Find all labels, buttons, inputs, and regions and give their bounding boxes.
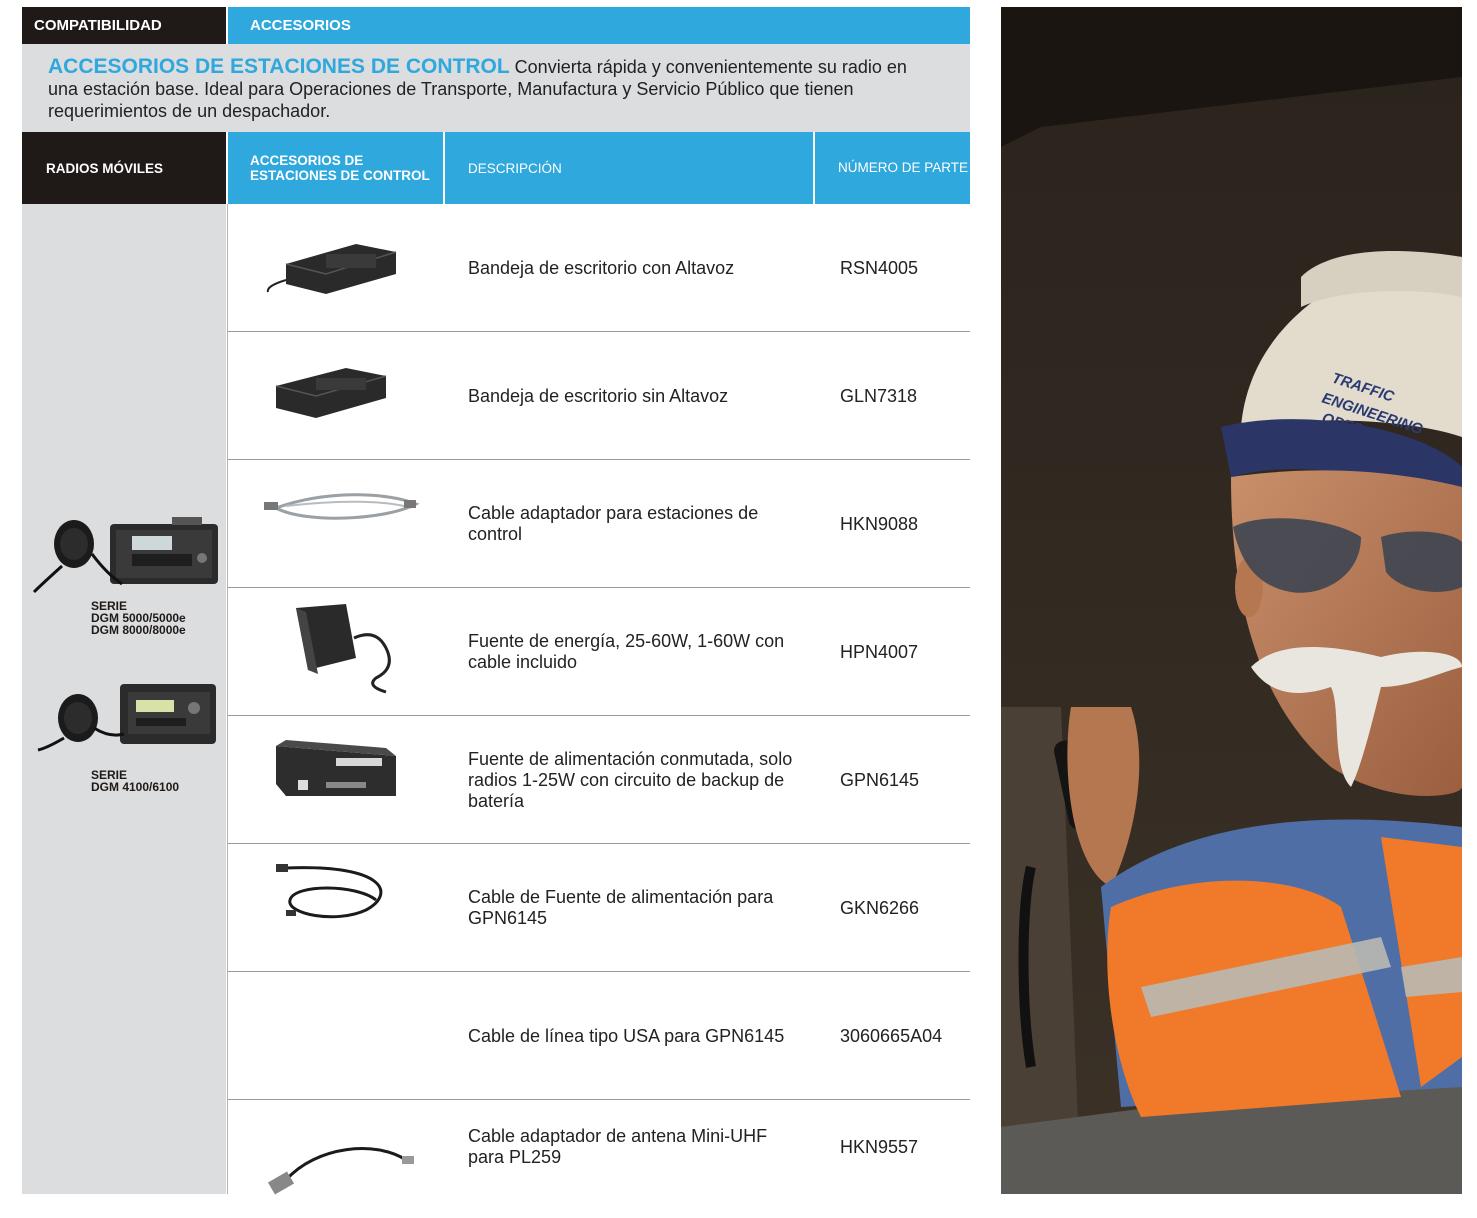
coax-cable-image [264,493,420,520]
header-description: DESCRIPCIÓN [445,132,813,204]
table-row: Cable adaptador para estaciones de contr… [228,460,970,588]
accessory-description: Cable adaptador para estaciones de contr… [468,503,759,544]
accessory-description: Fuente de energía, 25-60W, 1-60W con cab… [468,631,785,672]
accessory-description: Bandeja de escritorio con Altavoz [468,257,735,278]
table-row: Cable de línea tipo USA para GPN6145 306… [228,972,970,1100]
part-number: GLN7318 [840,385,918,406]
desk-tray-with-speaker-image [266,244,397,294]
intro-section: ACCESORIOS DE ESTACIONES DE CONTROL Conv… [22,44,970,132]
table-row: Cable adaptador de antena Mini-UHF para … [228,1100,970,1195]
part-number: HKN9088 [840,513,919,534]
part-number: GPN6145 [840,769,920,790]
part-number: GKN6266 [840,897,920,918]
tab-accessories[interactable]: ACCESORIOS [228,7,970,44]
accessory-description: Bandeja de escritorio sin Altavoz [468,385,729,406]
dispatcher-photo: TRAFFIC ENGINEERING OPERATIONS [1001,7,1462,1194]
part-number: RSN4005 [840,257,919,278]
radio-label-dgm-4100-6100: SERIE DGM 4100/6100 [91,768,180,794]
tab-compatibility[interactable]: COMPATIBILIDAD [22,7,226,44]
accessory-description: Cable de línea tipo USA para GPN6145 [468,1025,785,1046]
section-title: ACCESORIOS DE ESTACIONES DE CONTROL [48,55,510,78]
desk-tray-image [275,368,387,418]
header-mobile-radios: RADIOS MÓVILES [22,132,226,204]
table-row: Bandeja de escritorio con Altavoz RSN400… [228,204,970,332]
table-row: Bandeja de escritorio sin Altavoz GLN731… [228,332,970,460]
part-number: 3060665A04 [840,1025,943,1046]
dgm-5000-8000-radio-image [32,517,218,594]
accessory-description: Cable de Fuente de alimentación para GPN… [468,887,774,928]
accessory-description: Cable adaptador de antena Mini-UHF para … [468,1126,768,1167]
radio-label-dgm-5000-8000: SERIE DGM 5000/5000e DGM 8000/8000e [91,599,186,637]
power-cable-image [276,864,383,919]
table-row: Cable de Fuente de alimentación para GPN… [228,844,970,972]
header-part-number: NÚMERO DE PARTE [815,132,970,204]
dgm-4100-6100-radio-image [37,684,216,752]
antenna-adapter-cable-image [267,1147,414,1195]
switching-power-supply-image [276,740,396,796]
table-row: Fuente de alimentación conmutada, solo r… [228,716,970,844]
power-supply-image [296,604,391,694]
accessory-description: Fuente de alimentación conmutada, solo r… [468,748,793,811]
table-row: Fuente de energía, 25-60W, 1-60W con cab… [228,588,970,716]
part-number: HPN4007 [840,641,919,662]
header-control-station-accessories: ACCESORIOS DE ESTACIONES DE CONTROL [228,132,443,204]
part-number: HKN9557 [840,1136,919,1157]
mobile-radios-column: SERIE DGM 5000/5000e DGM 8000/8000e SERI… [22,204,226,1194]
